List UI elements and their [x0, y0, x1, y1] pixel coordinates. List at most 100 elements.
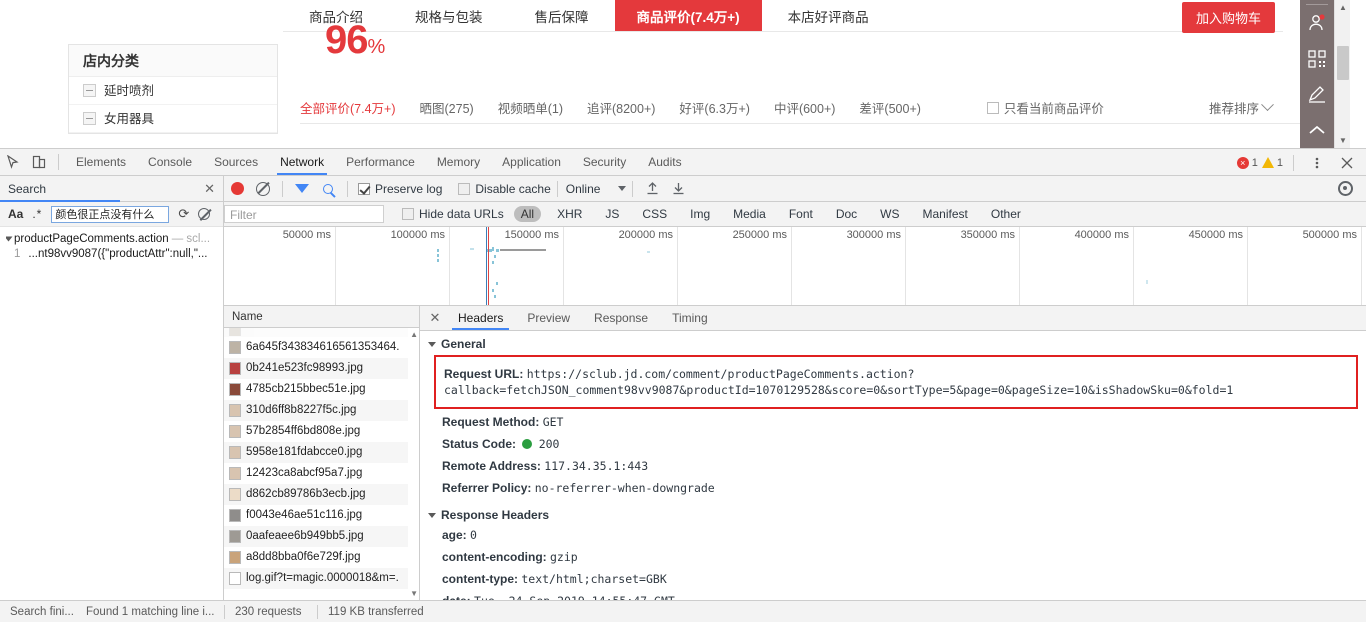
table-row[interactable]: 0aafeaee6b949bb5.jpg: [224, 526, 419, 547]
table-row[interactable]: 6a645f343834616561353464.: [224, 337, 419, 358]
table-row[interactable]: [224, 328, 419, 337]
throttling-dropdown[interactable]: Online: [566, 182, 627, 196]
type-filter-doc[interactable]: Doc: [829, 206, 864, 222]
export-har-button[interactable]: [665, 176, 691, 202]
devtools-settings-button[interactable]: [1332, 176, 1358, 202]
disable-cache-checkbox[interactable]: Disable cache: [458, 182, 551, 196]
hide-data-urls-checkbox[interactable]: Hide data URLs: [402, 207, 504, 221]
refresh-search-icon[interactable]: ⟳: [178, 206, 189, 222]
clear-search-icon[interactable]: [198, 208, 211, 220]
scroll-up-icon[interactable]: ▲: [410, 330, 418, 339]
page-scrollbar[interactable]: ▲ ▼: [1334, 0, 1350, 148]
type-filter-all[interactable]: All: [513, 206, 542, 222]
search-result-line[interactable]: 1 ...nt98vv9087({"productAttr":null,"...: [6, 248, 219, 260]
detail-tab-preview[interactable]: Preview: [515, 306, 582, 330]
sort-dropdown[interactable]: 推荐排序: [1209, 98, 1274, 117]
nav-tab-2[interactable]: 售后保障: [509, 0, 615, 31]
scroll-down-icon[interactable]: ▼: [410, 589, 418, 598]
search-results: productPageComments.action — scl... 1 ..…: [0, 227, 223, 260]
tab-performance[interactable]: Performance: [335, 149, 426, 175]
detail-tab-response[interactable]: Response: [582, 306, 660, 330]
table-row[interactable]: d862cb89786b3ecb.jpg: [224, 484, 419, 505]
scroll-up-icon[interactable]: ▲: [1335, 0, 1351, 15]
tab-audits[interactable]: Audits: [637, 149, 692, 175]
search-query-input[interactable]: 颜色很正点没有什么: [51, 205, 170, 223]
detail-tab-timing[interactable]: Timing: [660, 306, 720, 330]
close-detail-icon[interactable]: ✕: [424, 310, 446, 326]
match-case-icon[interactable]: Aa: [8, 207, 23, 221]
tab-elements[interactable]: Elements: [65, 149, 137, 175]
preserve-log-checkbox[interactable]: Preserve log: [358, 182, 442, 196]
nav-tab-3-comments[interactable]: 商品评价(7.4万+): [614, 0, 762, 31]
search-result-file[interactable]: productPageComments.action — scl...: [6, 233, 219, 245]
nav-tab-1[interactable]: 规格与包装: [389, 0, 509, 31]
type-filter-manifest[interactable]: Manifest: [916, 206, 975, 222]
table-row[interactable]: 57b2854ff6bd808e.jpg: [224, 421, 419, 442]
table-row[interactable]: 5958e181fdabcce0.jpg: [224, 442, 419, 463]
comment-filter-0[interactable]: 全部评价(7.4万+): [300, 98, 396, 117]
tab-console[interactable]: Console: [137, 149, 203, 175]
request-list-column-header[interactable]: Name: [224, 306, 419, 328]
nav-tab-4[interactable]: 本店好评商品: [762, 0, 895, 31]
shop-category-item-1[interactable]: 女用器具: [69, 105, 277, 133]
inspect-element-icon[interactable]: [0, 149, 26, 175]
network-overview-timeline[interactable]: 50000 ms 100000 ms 150000 ms 200000 ms 2…: [224, 227, 1366, 306]
shop-category-item-0[interactable]: 延时喷剂: [69, 77, 277, 105]
type-filter-img[interactable]: Img: [683, 206, 717, 222]
request-url-value[interactable]: https://sclub.jd.com/comment/productPage…: [444, 367, 1233, 397]
close-search-icon[interactable]: ✕: [204, 181, 215, 197]
response-headers-section-header[interactable]: Response Headers: [420, 499, 1366, 524]
comment-filter-6[interactable]: 差评(500+): [859, 98, 920, 117]
back-to-top-icon[interactable]: [1302, 112, 1332, 148]
clear-button[interactable]: [250, 176, 276, 202]
table-row[interactable]: 4785cb215bbec51e.jpg: [224, 379, 419, 400]
tab-security[interactable]: Security: [572, 149, 637, 175]
comment-filter-3[interactable]: 追评(8200+): [587, 98, 655, 117]
network-request-list[interactable]: Name 6a645f343834616561353464. 0b241e523…: [224, 306, 420, 600]
add-to-cart-button[interactable]: 加入购物车: [1181, 2, 1275, 33]
qr-code-icon[interactable]: [1302, 41, 1332, 77]
error-count-badge[interactable]: × 1: [1236, 156, 1258, 169]
tab-sources[interactable]: Sources: [203, 149, 269, 175]
table-row[interactable]: log.gif?t=magic.0000018&m=.: [224, 568, 419, 589]
table-row[interactable]: a8dd8bba0f6e729f.jpg: [224, 547, 419, 568]
comment-filter-5[interactable]: 中评(600+): [774, 98, 835, 117]
tab-memory[interactable]: Memory: [426, 149, 491, 175]
warning-count-badge[interactable]: 1: [1261, 157, 1283, 169]
type-filter-ws[interactable]: WS: [873, 206, 906, 222]
more-options-icon[interactable]: [1304, 150, 1330, 176]
comment-filter-4[interactable]: 好评(6.3万+): [679, 98, 750, 117]
table-row[interactable]: f0043e46ae51c116.jpg: [224, 505, 419, 526]
hide-data-urls-label: Hide data URLs: [419, 207, 504, 221]
tab-application[interactable]: Application: [491, 149, 572, 175]
request-list-scrollbar[interactable]: ▲ ▼: [408, 328, 419, 600]
toggle-device-toolbar-icon[interactable]: [26, 149, 52, 175]
network-filter-input[interactable]: Filter: [224, 205, 384, 223]
type-filter-font[interactable]: Font: [782, 206, 820, 222]
expand-triangle-icon[interactable]: [6, 236, 13, 242]
feedback-pencil-icon[interactable]: [1302, 77, 1332, 113]
detail-tab-headers[interactable]: Headers: [446, 306, 515, 330]
type-filter-media[interactable]: Media: [726, 206, 773, 222]
filter-toggle-button[interactable]: [289, 176, 315, 206]
type-filter-js[interactable]: JS: [598, 206, 626, 222]
comment-filter-1[interactable]: 晒图(275): [420, 98, 474, 117]
table-row[interactable]: 0b241e523fc98993.jpg: [224, 358, 419, 379]
type-filter-css[interactable]: CSS: [635, 206, 674, 222]
close-devtools-icon[interactable]: [1334, 150, 1360, 176]
regex-icon[interactable]: .*: [32, 207, 42, 221]
general-section-header[interactable]: General: [420, 331, 1366, 353]
user-account-icon[interactable]: [1302, 5, 1332, 41]
page-scrollbar-thumb[interactable]: [1337, 46, 1349, 80]
comment-filter-2[interactable]: 视频晒单(1): [498, 98, 563, 117]
table-row[interactable]: 310d6ff8b8227f5c.jpg: [224, 400, 419, 421]
table-row[interactable]: 12423ca8abcf95a7.jpg: [224, 463, 419, 484]
tab-network[interactable]: Network: [269, 149, 335, 175]
scroll-down-icon[interactable]: ▼: [1335, 133, 1351, 148]
search-toggle-button[interactable]: [315, 176, 341, 202]
record-button[interactable]: [224, 176, 250, 202]
only-current-product-checkbox[interactable]: 只看当前商品评价: [986, 98, 1104, 117]
type-filter-xhr[interactable]: XHR: [550, 206, 589, 222]
type-filter-other[interactable]: Other: [984, 206, 1028, 222]
import-har-button[interactable]: [639, 176, 665, 202]
